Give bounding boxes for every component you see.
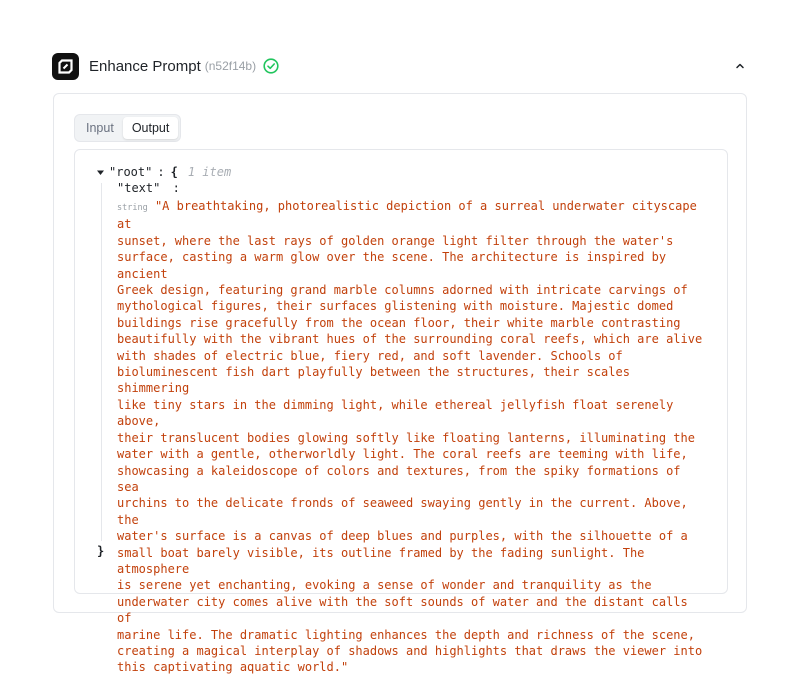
tab-input[interactable]: Input	[77, 117, 123, 139]
json-close-brace: }	[97, 544, 105, 558]
node-card: Input Output "root" : { 1 item "text" : …	[53, 93, 747, 674]
json-colon: :	[157, 165, 165, 179]
node-header: Enhance Prompt (n52f14b)	[52, 52, 748, 80]
json-string-value: string "A breathtaking, photorealistic d…	[117, 198, 707, 676]
node-title: Enhance Prompt	[89, 57, 201, 75]
json-indent-guide	[101, 183, 102, 541]
app-logo-icon	[52, 52, 79, 80]
json-key-line: "text" :	[117, 181, 180, 195]
json-value-text: "A breathtaking, photorealistic depictio…	[117, 199, 703, 675]
json-item-count: 1 item	[187, 165, 232, 179]
tab-output[interactable]: Output	[122, 117, 179, 139]
tab-bar: Input Output	[74, 114, 182, 142]
caret-down-icon[interactable]	[96, 167, 106, 177]
json-root-line: "root" : { 1 item	[96, 164, 231, 180]
chevron-up-icon[interactable]	[732, 58, 748, 74]
check-circle-icon	[263, 58, 279, 74]
json-open-brace: {	[170, 165, 178, 179]
json-root-key: "root"	[109, 165, 153, 179]
node-id: (n52f14b)	[204, 59, 257, 73]
json-viewer: "root" : { 1 item "text" : string "A bre…	[74, 149, 728, 674]
json-key-text: "text"	[117, 181, 161, 195]
json-key-colon: :	[172, 181, 180, 195]
json-type-tag: string	[117, 203, 148, 213]
